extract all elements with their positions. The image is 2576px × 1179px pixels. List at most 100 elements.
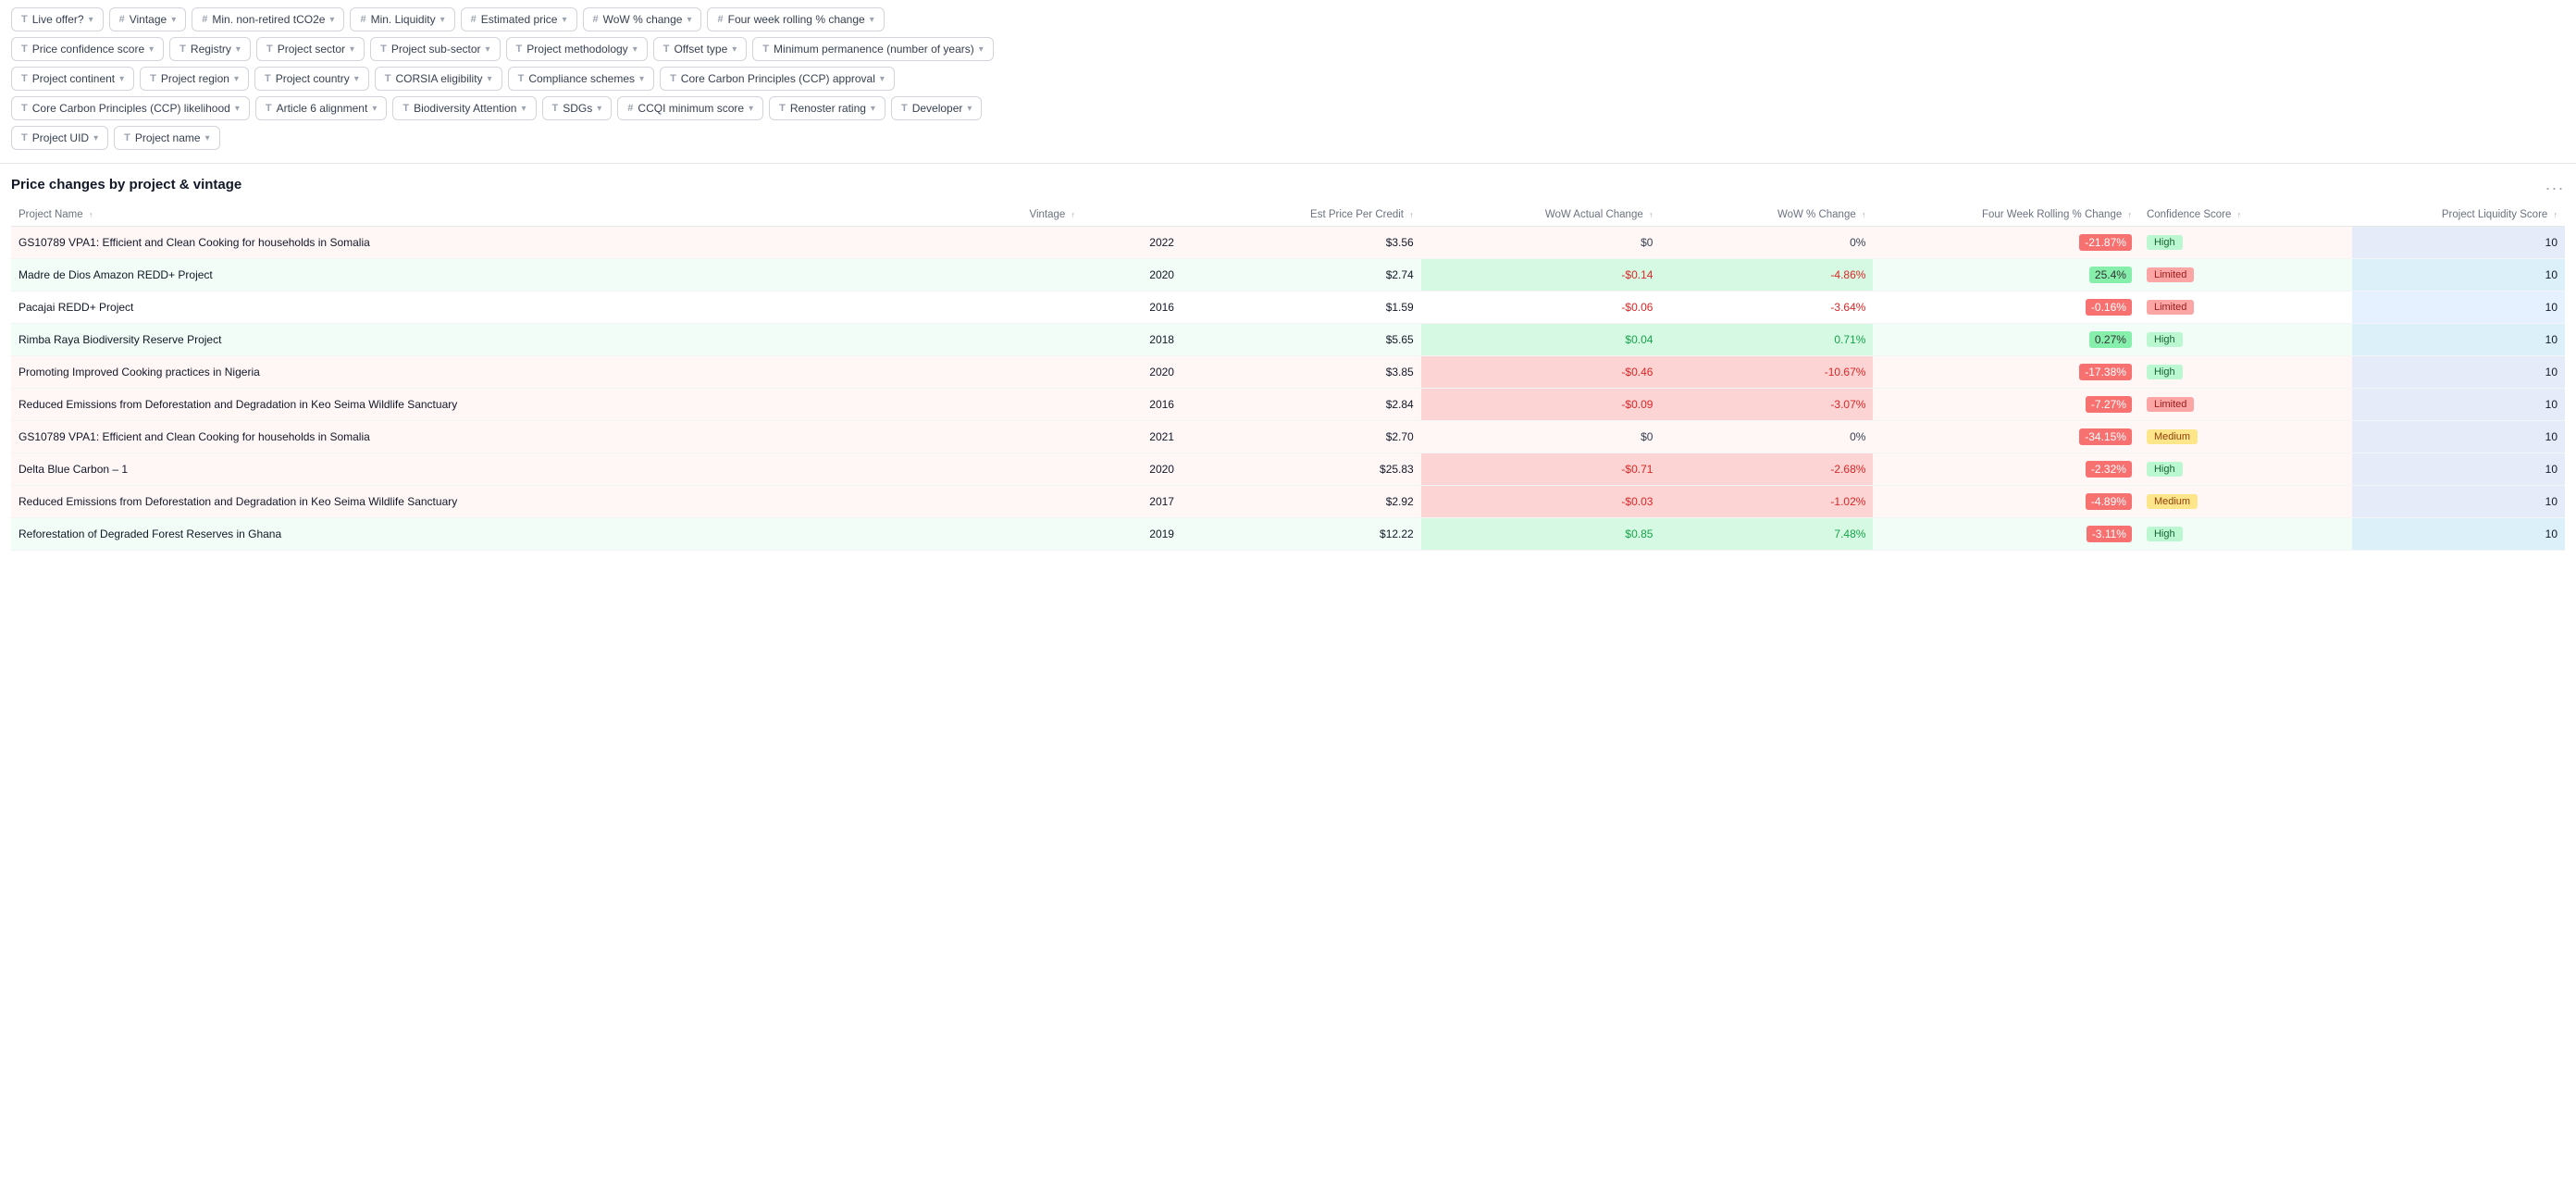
chevron-down-icon: ▾ (871, 104, 875, 114)
cell-est-price: $3.85 (1182, 356, 1421, 389)
chevron-down-icon: ▾ (732, 44, 737, 55)
filter-project-continent[interactable]: T Project continent ▾ (11, 67, 134, 91)
col-header-confidence-label: Confidence Score (2147, 209, 2231, 220)
cell-four-week: 0.27% (1873, 324, 2139, 356)
cell-wow-pct: -1.02% (1660, 486, 1873, 518)
filter-live-offer[interactable]: T Live offer? ▾ (11, 7, 104, 31)
col-header-liquidity[interactable]: Project Liquidity Score ↑ (2352, 204, 2565, 227)
filter-ccp-approval[interactable]: T Core Carbon Principles (CCP) approval … (660, 67, 895, 91)
filter-label: Registry (191, 43, 231, 56)
cell-vintage: 2018 (1022, 324, 1182, 356)
sort-icon: ↑ (1862, 210, 1866, 219)
filter-estimated-price[interactable]: # Estimated price ▾ (461, 7, 577, 31)
col-header-project-label: Project Name (19, 209, 83, 220)
filter-renoster[interactable]: T Renoster rating ▾ (769, 96, 886, 120)
table-header: Project Name ↑ Vintage ↑ Est Price Per C… (11, 204, 2565, 227)
cell-project-name: Reduced Emissions from Deforestation and… (11, 486, 1022, 518)
filter-project-subsector[interactable]: T Project sub-sector ▾ (370, 37, 500, 61)
table-row: GS10789 VPA1: Efficient and Clean Cookin… (11, 421, 2565, 453)
table-header-row: Price changes by project & vintage ... (11, 175, 2565, 194)
text-type-icon: T (670, 73, 676, 84)
filter-wow-change[interactable]: # WoW % change ▾ (583, 7, 702, 31)
cell-est-price: $2.92 (1182, 486, 1421, 518)
cell-project-name: GS10789 VPA1: Efficient and Clean Cookin… (11, 227, 1022, 259)
chevron-down-icon: ▾ (749, 104, 753, 114)
cell-vintage: 2021 (1022, 421, 1182, 453)
filter-label: Core Carbon Principles (CCP) likelihood (32, 102, 230, 115)
more-options-button[interactable]: ... (2545, 175, 2565, 194)
filter-corsia[interactable]: T CORSIA eligibility ▾ (375, 67, 502, 91)
hash-type-icon: # (593, 14, 599, 25)
filter-project-methodology[interactable]: T Project methodology ▾ (506, 37, 648, 61)
col-header-wow-pct[interactable]: WoW % Change ↑ (1660, 204, 1873, 227)
col-header-project[interactable]: Project Name ↑ (11, 204, 1022, 227)
cell-project-name: Delta Blue Carbon – 1 (11, 453, 1022, 486)
cell-est-price: $2.84 (1182, 389, 1421, 421)
cell-project-name: Madre de Dios Amazon REDD+ Project (11, 259, 1022, 292)
filter-project-name[interactable]: T Project name ▾ (114, 126, 219, 150)
text-type-icon: T (180, 43, 186, 55)
filter-article6[interactable]: T Article 6 alignment ▾ (255, 96, 387, 120)
filter-sdgs[interactable]: T SDGs ▾ (542, 96, 613, 120)
cell-wow-pct: -2.68% (1660, 453, 1873, 486)
chevron-down-icon: ▾ (870, 15, 874, 25)
hash-type-icon: # (119, 14, 125, 25)
filter-label: Min. non-retired tCO2e (212, 13, 325, 26)
filter-biodiversity[interactable]: T Biodiversity Attention ▾ (392, 96, 536, 120)
cell-est-price: $25.83 (1182, 453, 1421, 486)
text-type-icon: T (518, 73, 525, 84)
text-type-icon: T (21, 103, 28, 114)
table-row: Delta Blue Carbon – 12020$25.83-$0.71-2.… (11, 453, 2565, 486)
cell-wow-pct: 0.71% (1660, 324, 1873, 356)
chevron-down-icon: ▾ (880, 74, 885, 84)
cell-four-week: -3.11% (1873, 518, 2139, 551)
filter-price-confidence[interactable]: T Price confidence score ▾ (11, 37, 164, 61)
filter-registry[interactable]: T Registry ▾ (169, 37, 251, 61)
hash-type-icon: # (202, 14, 207, 25)
cell-wow-actual: $0 (1421, 227, 1661, 259)
table-row: Pacajai REDD+ Project2016$1.59-$0.06-3.6… (11, 292, 2565, 324)
cell-wow-actual: -$0.71 (1421, 453, 1661, 486)
filter-min-non-retired[interactable]: # Min. non-retired tCO2e ▾ (192, 7, 344, 31)
col-header-confidence[interactable]: Confidence Score ↑ (2139, 204, 2352, 227)
filter-label: CORSIA eligibility (396, 72, 483, 85)
filter-project-uid[interactable]: T Project UID ▾ (11, 126, 108, 150)
table-row: Reduced Emissions from Deforestation and… (11, 389, 2565, 421)
text-type-icon: T (402, 103, 409, 114)
cell-confidence: High (2139, 453, 2352, 486)
filter-offset-type[interactable]: T Offset type ▾ (653, 37, 748, 61)
cell-vintage: 2020 (1022, 259, 1182, 292)
chevron-down-icon: ▾ (562, 15, 566, 25)
col-header-four-week[interactable]: Four Week Rolling % Change ↑ (1873, 204, 2139, 227)
text-type-icon: T (779, 103, 786, 114)
filter-vintage[interactable]: # Vintage ▾ (109, 7, 187, 31)
col-header-wow-actual[interactable]: WoW Actual Change ↑ (1421, 204, 1661, 227)
filter-four-week[interactable]: # Four week rolling % change ▾ (707, 7, 884, 31)
filter-project-sector[interactable]: T Project sector ▾ (256, 37, 365, 61)
text-type-icon: T (552, 103, 559, 114)
filter-min-liquidity[interactable]: # Min. Liquidity ▾ (350, 7, 454, 31)
filter-ccp-likelihood[interactable]: T Core Carbon Principles (CCP) likelihoo… (11, 96, 250, 120)
cell-liquidity: 10 (2352, 292, 2565, 324)
text-type-icon: T (516, 43, 523, 55)
chevron-down-icon: ▾ (149, 44, 154, 55)
filter-label: CCQI minimum score (638, 102, 744, 115)
filter-row-5: T Project UID ▾ T Project name ▾ (11, 126, 2565, 150)
cell-confidence: High (2139, 324, 2352, 356)
filter-compliance[interactable]: T Compliance schemes ▾ (508, 67, 654, 91)
filter-developer[interactable]: T Developer ▾ (891, 96, 982, 120)
filter-project-country[interactable]: T Project country ▾ (254, 67, 369, 91)
cell-est-price: $12.22 (1182, 518, 1421, 551)
cell-project-name: GS10789 VPA1: Efficient and Clean Cookin… (11, 421, 1022, 453)
cell-vintage: 2016 (1022, 292, 1182, 324)
text-type-icon: T (150, 73, 156, 84)
cell-wow-actual: $0 (1421, 421, 1661, 453)
filter-min-permanence[interactable]: T Minimum permanence (number of years) ▾ (752, 37, 994, 61)
filter-ccqi[interactable]: # CCQI minimum score ▾ (617, 96, 763, 120)
filter-project-region[interactable]: T Project region ▾ (140, 67, 249, 91)
col-header-est-price[interactable]: Est Price Per Credit ↑ (1182, 204, 1421, 227)
text-type-icon: T (380, 43, 387, 55)
text-type-icon: T (21, 43, 28, 55)
col-header-vintage[interactable]: Vintage ↑ (1022, 204, 1182, 227)
cell-wow-pct: -3.07% (1660, 389, 1873, 421)
